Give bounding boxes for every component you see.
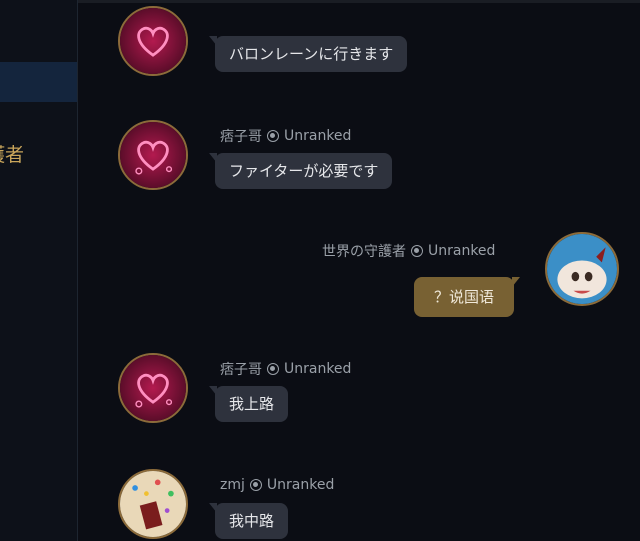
rank-icon (267, 363, 279, 375)
heart-avatar-icon (120, 8, 186, 74)
rank-label: Unranked (284, 128, 352, 144)
rank-icon (411, 245, 423, 257)
author-name[interactable]: 痞子哥 (220, 126, 262, 146)
author-name[interactable]: zmj (220, 477, 245, 493)
rank-label: Unranked (284, 361, 352, 377)
heart-avatar-icon (120, 355, 186, 421)
heart-avatar-icon (120, 122, 186, 188)
rank-icon (267, 130, 279, 142)
rank-label: Unranked (266, 477, 335, 493)
avatar[interactable] (118, 6, 188, 76)
confetti-avatar-icon (120, 471, 186, 537)
message-bubble: 我上路 (208, 386, 289, 422)
author-name[interactable]: 痞子哥 (220, 359, 262, 379)
avatar[interactable] (118, 120, 188, 190)
message-meta: 痞子哥 Unranked (220, 359, 351, 379)
avatar[interactable] (118, 353, 188, 423)
avatar[interactable] (118, 469, 188, 539)
message-meta: 痞子哥 Unranked (220, 126, 351, 146)
sidebar-conversation-label[interactable]: 護者 (0, 140, 24, 167)
message-bubble: バロンレーンに行きます (208, 36, 408, 72)
avatar[interactable] (545, 232, 619, 306)
rank-label: Unranked (428, 243, 496, 259)
chat-panel: バロンレーンに行きます 痞子哥 Unranked ファイターが必要です 世界の守… (78, 0, 640, 541)
rank-icon (249, 479, 262, 491)
my-message-bubble: ？说国语 (414, 277, 521, 317)
message-bubble: ファイターが必要です (208, 153, 393, 189)
message-bubble: 我中路 (208, 503, 289, 539)
poro-avatar-icon (547, 234, 617, 304)
message-meta: 世界の守護者 Unranked (322, 241, 495, 261)
message-meta: zmj Unranked (220, 477, 334, 493)
author-name[interactable]: 世界の守護者 (322, 241, 406, 261)
sidebar-active-item[interactable] (0, 62, 77, 102)
sidebar: 護者 (0, 0, 78, 541)
